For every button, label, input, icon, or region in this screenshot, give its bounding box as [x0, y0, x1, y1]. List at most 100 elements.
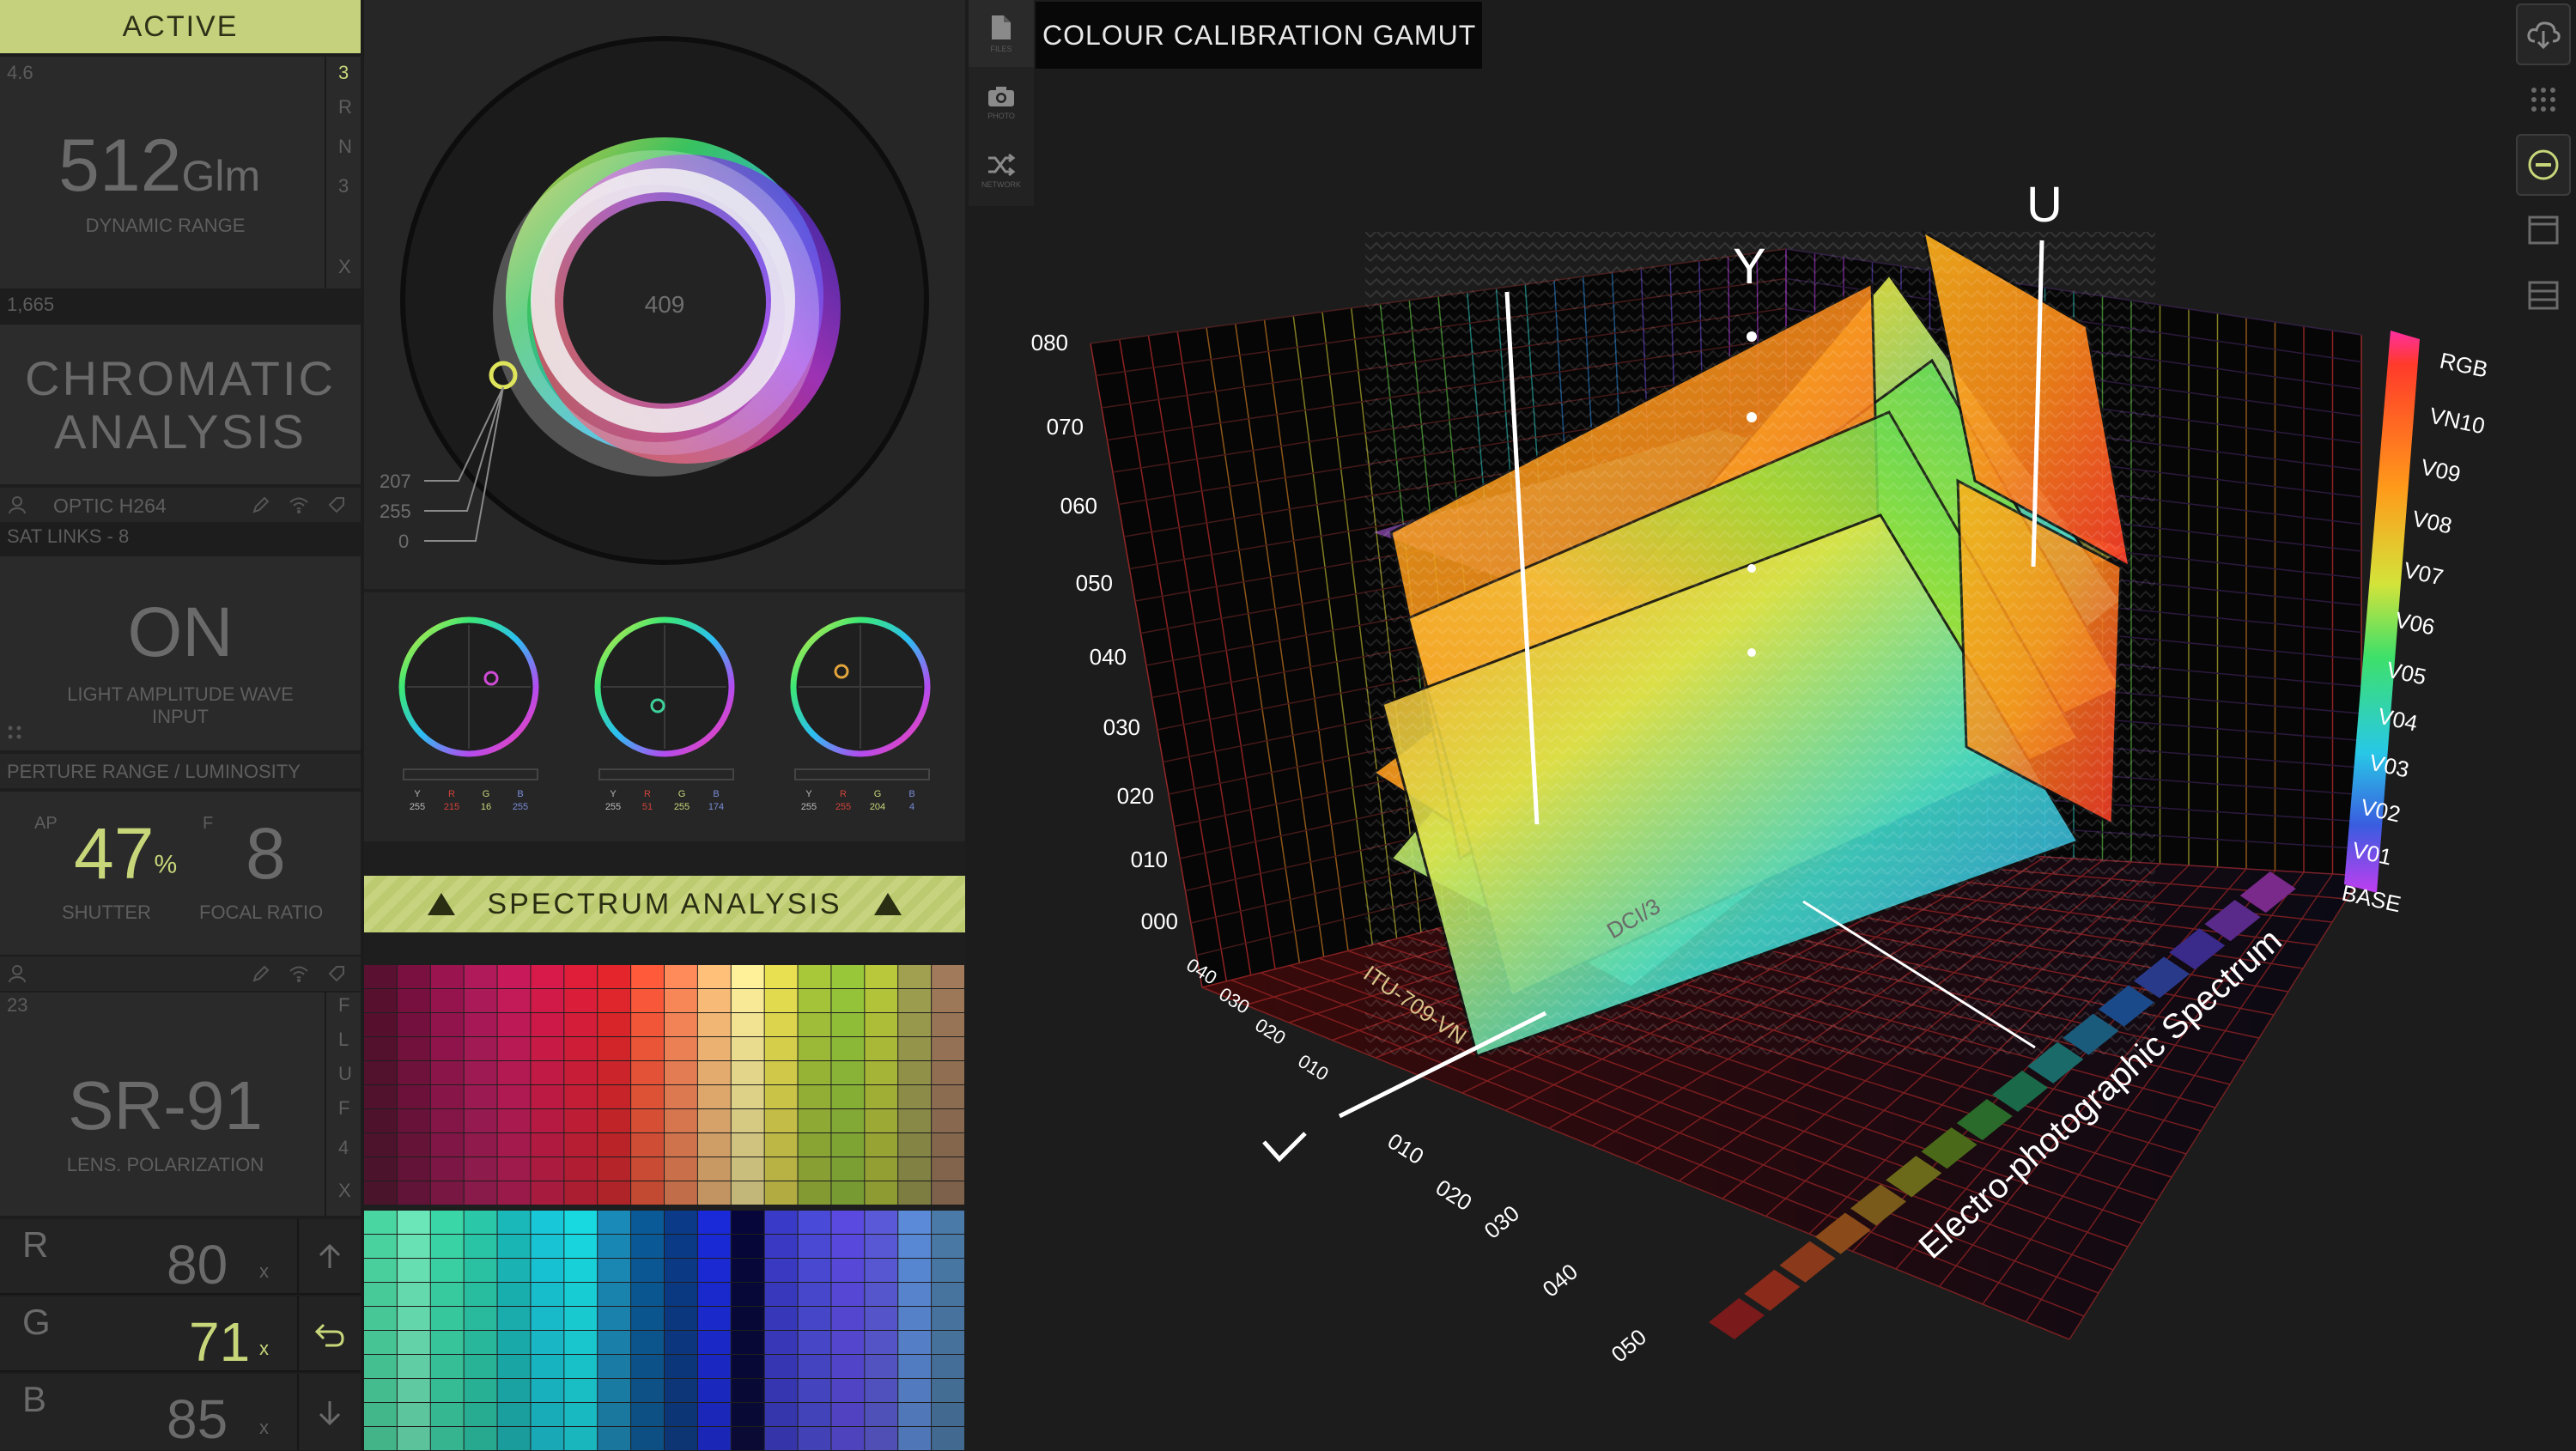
spectrum-swatch[interactable] [731, 1037, 764, 1060]
spectrum-swatch[interactable] [764, 1061, 798, 1084]
spectrum-swatch[interactable] [531, 1379, 564, 1402]
spectrum-swatch[interactable] [697, 1427, 731, 1450]
spectrum-swatch[interactable] [464, 1379, 497, 1402]
spectrum-swatch[interactable] [364, 1403, 397, 1426]
spectrum-swatch[interactable] [932, 1259, 964, 1282]
spectrum-swatch[interactable] [364, 1133, 397, 1157]
spectrum-swatch[interactable] [898, 989, 932, 1012]
spectrum-swatch[interactable] [898, 1133, 932, 1157]
spectrum-swatch[interactable] [697, 965, 731, 988]
spectrum-swatch[interactable] [564, 1061, 598, 1084]
spectrum-swatch[interactable] [598, 1427, 631, 1450]
spectrum-swatch[interactable] [731, 1181, 764, 1205]
spectrum-swatch[interactable] [598, 1109, 631, 1132]
spectrum-swatch[interactable] [731, 965, 764, 988]
spectrum-swatch[interactable] [531, 1403, 564, 1426]
spectrum-swatch[interactable] [631, 1157, 664, 1181]
spectrum-swatch[interactable] [464, 1235, 497, 1258]
spectrum-swatch[interactable] [932, 989, 964, 1012]
spectrum-swatch[interactable] [764, 1181, 798, 1205]
spectrum-swatch[interactable] [430, 1283, 464, 1306]
spectrum-swatch[interactable] [731, 1403, 764, 1426]
spectrum-swatch[interactable] [531, 1061, 564, 1084]
spectrum-swatch[interactable] [865, 1307, 898, 1330]
spectrum-swatch[interactable] [464, 1355, 497, 1378]
spectrum-swatch[interactable] [531, 1133, 564, 1157]
spectrum-swatch[interactable] [531, 1109, 564, 1132]
spectrum-swatch[interactable] [464, 1427, 497, 1450]
spectrum-swatch[interactable] [798, 1061, 831, 1084]
spectrum-swatch[interactable] [731, 1157, 764, 1181]
spectrum-swatch[interactable] [631, 1211, 664, 1234]
spectrum-swatch[interactable] [798, 1037, 831, 1060]
spectrum-swatch[interactable] [731, 1331, 764, 1354]
spectrum-swatch[interactable] [364, 1085, 397, 1108]
spectrum-swatch[interactable] [731, 989, 764, 1012]
spectrum-swatch[interactable] [464, 1109, 497, 1132]
spectrum-swatch[interactable] [731, 1259, 764, 1282]
minus-circle-button[interactable] [2516, 134, 2571, 196]
tag-icon[interactable] [325, 962, 349, 986]
spectrum-swatch[interactable] [397, 1259, 430, 1282]
spectrum-swatch[interactable] [697, 1259, 731, 1282]
chromatic-card[interactable]: CHROMATIC ANALYSIS [0, 325, 361, 484]
spectrum-swatch[interactable] [731, 1109, 764, 1132]
spectrum-swatch[interactable] [497, 1355, 531, 1378]
spectrum-swatch[interactable] [932, 1283, 964, 1306]
spectrum-swatch[interactable] [898, 1307, 932, 1330]
spectrum-swatch[interactable] [464, 965, 497, 988]
spectrum-swatch[interactable] [697, 1283, 731, 1306]
spectrum-swatch[interactable] [564, 1379, 598, 1402]
spectrum-swatch[interactable] [464, 1283, 497, 1306]
mini-wheel-3[interactable] [790, 616, 931, 780]
spectrum-swatch[interactable] [932, 1085, 964, 1108]
window-button[interactable] [2516, 199, 2571, 261]
spectrum-swatch[interactable] [898, 1085, 932, 1108]
spectrum-swatch[interactable] [932, 1181, 964, 1205]
spectrum-swatch[interactable] [364, 1211, 397, 1234]
spectrum-swatch[interactable] [831, 1181, 865, 1205]
spectrum-swatch[interactable] [831, 989, 865, 1012]
spectrum-swatch[interactable] [631, 1235, 664, 1258]
spectrum-swatch[interactable] [932, 1157, 964, 1181]
mini-wheel-1[interactable] [398, 616, 539, 780]
spectrum-swatch[interactable] [764, 1379, 798, 1402]
spectrum-swatch[interactable] [598, 1379, 631, 1402]
spectrum-swatch[interactable] [932, 1355, 964, 1378]
spectrum-swatch[interactable] [798, 989, 831, 1012]
spectrum-swatch[interactable] [731, 1355, 764, 1378]
spectrum-swatch[interactable] [865, 1013, 898, 1036]
arrow-up-icon[interactable] [297, 1219, 361, 1295]
spectrum-swatch[interactable] [397, 1427, 430, 1450]
spectrum-swatch[interactable] [598, 1085, 631, 1108]
undo-icon[interactable] [297, 1296, 361, 1372]
triangle-up-icon[interactable] [874, 893, 902, 915]
spectrum-swatch[interactable] [397, 1211, 430, 1234]
spectrum-swatch[interactable] [397, 1013, 430, 1036]
spectrum-swatch[interactable] [731, 1283, 764, 1306]
spectrum-swatch[interactable] [564, 1109, 598, 1132]
spectrum-swatch[interactable] [531, 1235, 564, 1258]
spectrum-swatch[interactable] [564, 1355, 598, 1378]
spectrum-swatch[interactable] [665, 1259, 697, 1282]
spectrum-swatch[interactable] [764, 1157, 798, 1181]
spectrum-swatch[interactable] [831, 1061, 865, 1084]
spectrum-swatch[interactable] [631, 1355, 664, 1378]
spectrum-swatch[interactable] [665, 1403, 697, 1426]
pencil-icon[interactable] [249, 962, 273, 986]
spectrum-swatch[interactable] [397, 1403, 430, 1426]
spectrum-swatch[interactable] [764, 1307, 798, 1330]
spectrum-swatch[interactable] [397, 1109, 430, 1132]
spectrum-swatch[interactable] [764, 1427, 798, 1450]
spectrum-swatch[interactable] [898, 1157, 932, 1181]
spectrum-swatch[interactable] [898, 1427, 932, 1450]
spectrum-swatch[interactable] [564, 1283, 598, 1306]
spectrum-swatch[interactable] [430, 1355, 464, 1378]
spectrum-swatch[interactable] [497, 989, 531, 1012]
spectrum-swatch[interactable] [430, 1013, 464, 1036]
spectrum-swatch[interactable] [764, 1085, 798, 1108]
spectrum-swatch[interactable] [731, 1085, 764, 1108]
spectrum-swatch[interactable] [865, 1109, 898, 1132]
spectrum-swatch[interactable] [697, 1085, 731, 1108]
spectrum-swatch[interactable] [932, 1133, 964, 1157]
